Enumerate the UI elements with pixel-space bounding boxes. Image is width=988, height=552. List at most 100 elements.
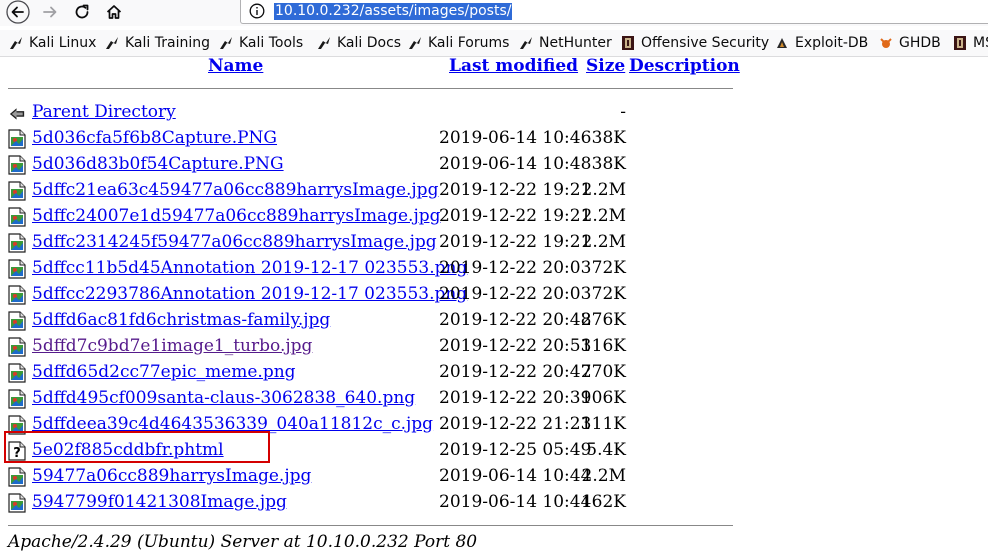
file-size: 111K [580, 414, 626, 434]
file-modified: 2019-12-22 19:21 [439, 232, 592, 252]
file-modified: 2019-06-14 10:44 [439, 466, 592, 486]
bookmark-label: Kali Forums [428, 35, 510, 51]
file-row: 5d036d83b0f54Capture.PNG 2019-06-14 10:48… [0, 152, 740, 178]
kali-dragon-icon [218, 35, 234, 51]
file-modified: 2019-12-22 20:03 [439, 284, 592, 304]
kali-dragon-icon [518, 35, 534, 51]
kali-dragon-icon [104, 35, 120, 51]
forward-arrow-icon [43, 6, 57, 18]
bookmark-label: Kali Training [125, 35, 210, 51]
bookmark-kali-docs[interactable]: Kali Docs [316, 34, 401, 52]
highlight-box [4, 431, 270, 463]
file-size: 116K [580, 336, 626, 356]
file-modified: 2019-12-22 20:47 [439, 362, 592, 382]
back-folder-icon [9, 108, 25, 120]
file-modified: 2019-12-22 20:48 [439, 310, 592, 330]
reload-icon [75, 4, 89, 19]
file-link[interactable]: 5d036d83b0f54Capture.PNG [32, 154, 284, 174]
file-modified: 2019-12-22 20:39 [439, 388, 592, 408]
last-modified-column-header[interactable]: Last modified [449, 56, 578, 76]
bookmark-label: Offensive Security [641, 35, 770, 51]
offsec-icon [952, 35, 968, 51]
bookmark-ms[interactable]: MS [952, 34, 988, 52]
image-file-icon [8, 493, 27, 513]
bookmark-offensive-security[interactable]: Offensive Security [620, 34, 769, 52]
file-modified: 2019-12-25 05:49 [439, 440, 592, 460]
image-file-icon [8, 285, 27, 305]
file-modified: 2019-06-14 10:46 [439, 128, 592, 148]
image-file-icon [8, 311, 27, 331]
image-file-icon [8, 389, 27, 409]
file-link[interactable]: 5dffc21ea63c459477a06cc889harrysImage.jp… [32, 180, 438, 200]
kali-dragon-icon [8, 35, 24, 51]
image-file-icon [8, 129, 27, 149]
file-row: 59477a06cc889harrysImage.jpg 2019-06-14 1… [0, 464, 740, 490]
file-modified: 2019-12-22 21:23 [439, 414, 592, 434]
file-link[interactable]: 59477a06cc889harrysImage.jpg [32, 466, 311, 486]
file-link[interactable]: 5dffd65d2cc77epic_meme.png [32, 362, 296, 382]
description-column-header[interactable]: Description [629, 56, 740, 76]
bookmark-ghdb[interactable]: GHDB [878, 34, 941, 52]
file-modified: 2019-12-22 20:03 [439, 258, 592, 278]
parent-directory-size: - [620, 102, 626, 122]
back-button[interactable] [4, 0, 32, 24]
bookmark-kali-linux[interactable]: Kali Linux [8, 34, 96, 52]
url-text[interactable]: 10.10.0.232/assets/images/posts/ [274, 3, 513, 20]
home-button[interactable] [100, 0, 128, 24]
file-row: 5dffc21ea63c459477a06cc889harrysImage.jp… [0, 178, 740, 204]
file-size: 2.2M [581, 232, 626, 252]
file-modified: 2019-12-22 20:53 [439, 336, 592, 356]
bookmarks-toolbar: Kali Linux Kali Training Kali Tools Kali Do… [0, 30, 988, 57]
bookmark-label: GHDB [899, 35, 941, 51]
file-size: 72K [591, 258, 626, 278]
exploitdb-icon [774, 35, 790, 51]
file-link[interactable]: 5dffc2314245f59477a06cc889harrysImage.jp… [32, 232, 437, 252]
file-modified: 2019-06-14 10:44 [439, 492, 592, 512]
info-icon[interactable] [249, 3, 265, 19]
image-file-icon [8, 467, 27, 487]
ghdb-icon [878, 35, 894, 51]
file-link[interactable]: 5dffd7c9bd7e1image1_turbo.jpg [32, 336, 312, 356]
bookmark-kali-tools[interactable]: Kali Tools [218, 34, 303, 52]
bookmark-nethunter[interactable]: NetHunter [518, 34, 612, 52]
forward-button[interactable] [36, 0, 64, 24]
file-row: 5dffcc11b5d45Annotation 2019-12-17 02355… [0, 256, 740, 282]
name-column-header[interactable]: Name [208, 56, 263, 76]
kali-dragon-icon [316, 35, 332, 51]
address-bar[interactable]: 10.10.0.232/assets/images/posts/ [240, 0, 988, 24]
file-link[interactable]: 5947799f01421308Image.jpg [32, 492, 287, 512]
image-file-icon [8, 181, 27, 201]
offsec-icon [620, 35, 636, 51]
file-row: 5dffd495cf009santa-claus-3062838_640.png… [0, 386, 740, 412]
file-link[interactable]: 5dffd495cf009santa-claus-3062838_640.png [32, 388, 415, 408]
bookmark-exploit-db[interactable]: Exploit-DB [774, 34, 868, 52]
file-size: 72K [591, 284, 626, 304]
bookmark-kali-training[interactable]: Kali Training [104, 34, 210, 52]
file-modified: 2019-12-22 19:21 [439, 180, 592, 200]
footer-divider [8, 525, 733, 526]
file-size: 5.4K [586, 440, 626, 460]
bookmark-label: Kali Tools [239, 35, 304, 51]
file-row: 5dffc24007e1d59477a06cc889harrysImage.jp… [0, 204, 740, 230]
file-row: 5dffd7c9bd7e1image1_turbo.jpg 2019-12-22 … [0, 334, 740, 360]
size-column-header[interactable]: Size [586, 56, 625, 76]
file-row: 5dffcc2293786Annotation 2019-12-17 02355… [0, 282, 740, 308]
bookmark-label: Exploit-DB [795, 35, 869, 51]
server-signature: Apache/2.4.29 (Ubuntu) Server at 10.10.0… [8, 532, 478, 552]
file-link[interactable]: 5d036cfa5f6b8Capture.PNG [32, 128, 277, 148]
bookmark-kali-forums[interactable]: Kali Forums [407, 34, 509, 52]
parent-directory-link[interactable]: Parent Directory [32, 102, 176, 122]
file-link[interactable]: 5dffc24007e1d59477a06cc889harrysImage.jp… [32, 206, 441, 226]
file-size: 276K [580, 310, 626, 330]
bookmark-label: Kali Linux [29, 35, 97, 51]
bookmark-label: Kali Docs [337, 35, 402, 51]
bookmark-label: NetHunter [539, 35, 612, 51]
image-file-icon [8, 259, 27, 279]
file-link[interactable]: 5dffcc2293786Annotation 2019-12-17 02355… [32, 284, 467, 304]
file-link[interactable]: 5dffd6ac81fd6christmas-family.jpg [32, 310, 330, 330]
file-link[interactable]: 5dffcc11b5d45Annotation 2019-12-17 02355… [32, 258, 467, 278]
image-file-icon [8, 207, 27, 227]
file-size: 162K [580, 492, 626, 512]
file-size: 38K [591, 128, 626, 148]
reload-button[interactable] [68, 0, 96, 24]
